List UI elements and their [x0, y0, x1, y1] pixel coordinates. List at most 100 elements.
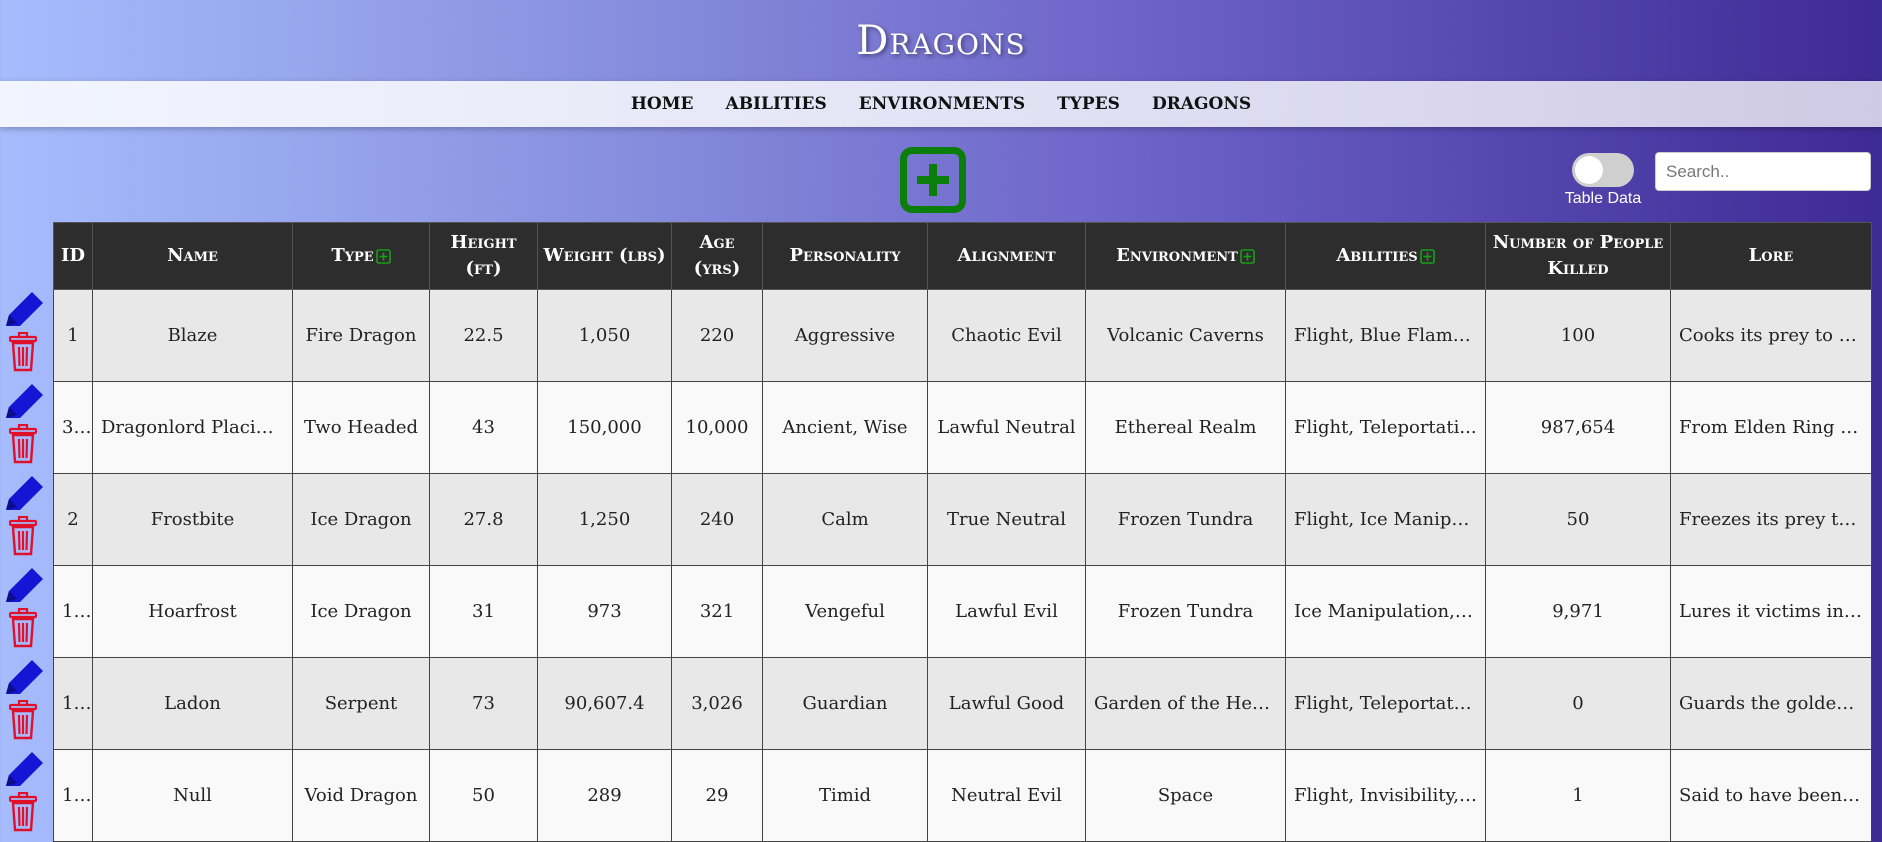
- table-row[interactable]: 2 Frostbite Ice Dragon 27.8 1,250 240 Calm True…: [53, 473, 1872, 566]
- table-cell: Null: [92, 749, 293, 842]
- table-cell: Flight, Blue Flame, ...: [1285, 289, 1486, 382]
- column-header[interactable]: Abilities: [1285, 222, 1486, 290]
- table-cell: 50: [429, 749, 538, 842]
- column-header[interactable]: Height (ft): [429, 222, 538, 290]
- table-cell: From Elden Ring u...: [1670, 381, 1872, 474]
- trash-icon[interactable]: [9, 608, 37, 648]
- table-row[interactable]: 30 Dragonlord Placid... Two Headed 43 150,00…: [53, 381, 1872, 474]
- column-header[interactable]: ID: [53, 222, 93, 290]
- pencil-icon[interactable]: [3, 292, 43, 330]
- table-cell: Space: [1085, 749, 1286, 842]
- column-header-label: Type: [331, 245, 374, 266]
- filter-plus-icon[interactable]: [1240, 248, 1255, 264]
- table-cell: Guards the golden...: [1670, 657, 1872, 750]
- table-cell: 973: [537, 565, 672, 658]
- search-input[interactable]: [1655, 152, 1871, 191]
- column-header[interactable]: Weight (lbs): [537, 222, 672, 290]
- column-header[interactable]: Age (yrs): [671, 222, 763, 290]
- table-cell: Lawful Evil: [927, 565, 1086, 658]
- pencil-icon[interactable]: [3, 384, 43, 422]
- table-cell: Neutral Evil: [927, 749, 1086, 842]
- row-action-group: [0, 750, 52, 842]
- table-cell: 50: [1485, 473, 1671, 566]
- filter-plus-icon[interactable]: [375, 248, 391, 264]
- table-cell: Flight, Invisibility, ...: [1285, 749, 1486, 842]
- table-cell: Frostbite: [92, 473, 293, 566]
- column-header[interactable]: Number of People Killed: [1485, 222, 1671, 290]
- trash-icon[interactable]: [9, 700, 37, 740]
- nav-types[interactable]: TYPES: [1057, 94, 1120, 114]
- table-header-row: ID Name Type Height (ft) Weight (lbs) Age (yr…: [53, 222, 1872, 290]
- filter-plus-icon[interactable]: [1419, 248, 1435, 264]
- table-cell: 150,000: [537, 381, 672, 474]
- table-cell: Serpent: [292, 657, 430, 750]
- column-header[interactable]: Lore: [1670, 222, 1872, 290]
- table-cell: 0: [1485, 657, 1671, 750]
- table-cell: 100: [1485, 289, 1671, 382]
- column-header[interactable]: Type: [292, 222, 430, 290]
- table-row[interactable]: 16 Hoarfrost Ice Dragon 31 973 321 Vengeful Law…: [53, 565, 1872, 658]
- table-cell: 240: [671, 473, 763, 566]
- table-cell: 321: [671, 565, 763, 658]
- table-cell: Frozen Tundra: [1085, 565, 1286, 658]
- table-cell: Flight, Ice Manipul...: [1285, 473, 1486, 566]
- trash-icon[interactable]: [9, 792, 37, 832]
- pencil-icon[interactable]: [3, 752, 43, 790]
- table-data-toggle[interactable]: [1572, 153, 1634, 187]
- table-cell: 11: [53, 749, 93, 842]
- column-header-label: Height (ft): [450, 232, 517, 279]
- column-header-label: Number of People Killed: [1492, 232, 1664, 279]
- table-cell: 1: [53, 289, 93, 382]
- page-header: Dragons: [0, 0, 1882, 81]
- table-row[interactable]: 18 Ladon Serpent 73 90,607.4 3,026 Guardian Law…: [53, 657, 1872, 750]
- nav-abilities[interactable]: ABILITIES: [726, 94, 827, 114]
- table-cell: 289: [537, 749, 672, 842]
- table-cell: 3,026: [671, 657, 763, 750]
- table-cell: 1: [1485, 749, 1671, 842]
- column-header-label: Alignment: [957, 245, 1056, 266]
- column-header[interactable]: Environment: [1085, 222, 1286, 290]
- table-cell: Garden of the Hes...: [1085, 657, 1286, 750]
- table-cell: 220: [671, 289, 763, 382]
- table-cell: Ice Manipulation, I...: [1285, 565, 1486, 658]
- add-dragon-button[interactable]: [900, 147, 966, 213]
- toggle-knob: [1575, 156, 1603, 184]
- table-cell: Fire Dragon: [292, 289, 430, 382]
- table-cell: Lawful Neutral: [927, 381, 1086, 474]
- table-cell: Flight, Teleportation: [1285, 657, 1486, 750]
- table-cell: Flight, Teleportati...: [1285, 381, 1486, 474]
- pencil-icon[interactable]: [3, 476, 43, 514]
- nav-environments[interactable]: ENVIRONMENTS: [859, 94, 1025, 114]
- table-cell: Ice Dragon: [292, 473, 430, 566]
- table-cell: Aggressive: [762, 289, 928, 382]
- nav-home[interactable]: HOME: [631, 94, 694, 114]
- table-row[interactable]: 1 Blaze Fire Dragon 22.5 1,050 220 Aggressive C…: [53, 289, 1872, 382]
- trash-icon[interactable]: [9, 332, 37, 372]
- table-cell: Volcanic Caverns: [1085, 289, 1286, 382]
- column-header[interactable]: Name: [92, 222, 293, 290]
- row-action-group: [0, 566, 52, 658]
- table-cell: 29: [671, 749, 763, 842]
- column-header-label: Abilities: [1336, 245, 1418, 266]
- table-cell: Two Headed: [292, 381, 430, 474]
- table-cell: 1,250: [537, 473, 672, 566]
- row-actions: [0, 290, 52, 842]
- table-cell: Hoarfrost: [92, 565, 293, 658]
- column-header-label: Lore: [1748, 245, 1794, 266]
- pencil-icon[interactable]: [3, 568, 43, 606]
- column-header-label: Name: [167, 245, 218, 266]
- trash-icon[interactable]: [9, 424, 37, 464]
- pencil-icon[interactable]: [3, 660, 43, 698]
- column-header[interactable]: Alignment: [927, 222, 1086, 290]
- column-header-label: Personality: [789, 245, 901, 266]
- nav-dragons[interactable]: DRAGONS: [1152, 94, 1251, 114]
- table-cell: 27.8: [429, 473, 538, 566]
- row-action-group: [0, 290, 52, 382]
- table-cell: 22.5: [429, 289, 538, 382]
- table-cell: True Neutral: [927, 473, 1086, 566]
- trash-icon[interactable]: [9, 516, 37, 556]
- table-cell: Ancient, Wise: [762, 381, 928, 474]
- table-cell: Freezes its prey to...: [1670, 473, 1872, 566]
- column-header[interactable]: Personality: [762, 222, 928, 290]
- table-row[interactable]: 11 Null Void Dragon 50 289 29 Timid Neutral Evi…: [53, 749, 1872, 842]
